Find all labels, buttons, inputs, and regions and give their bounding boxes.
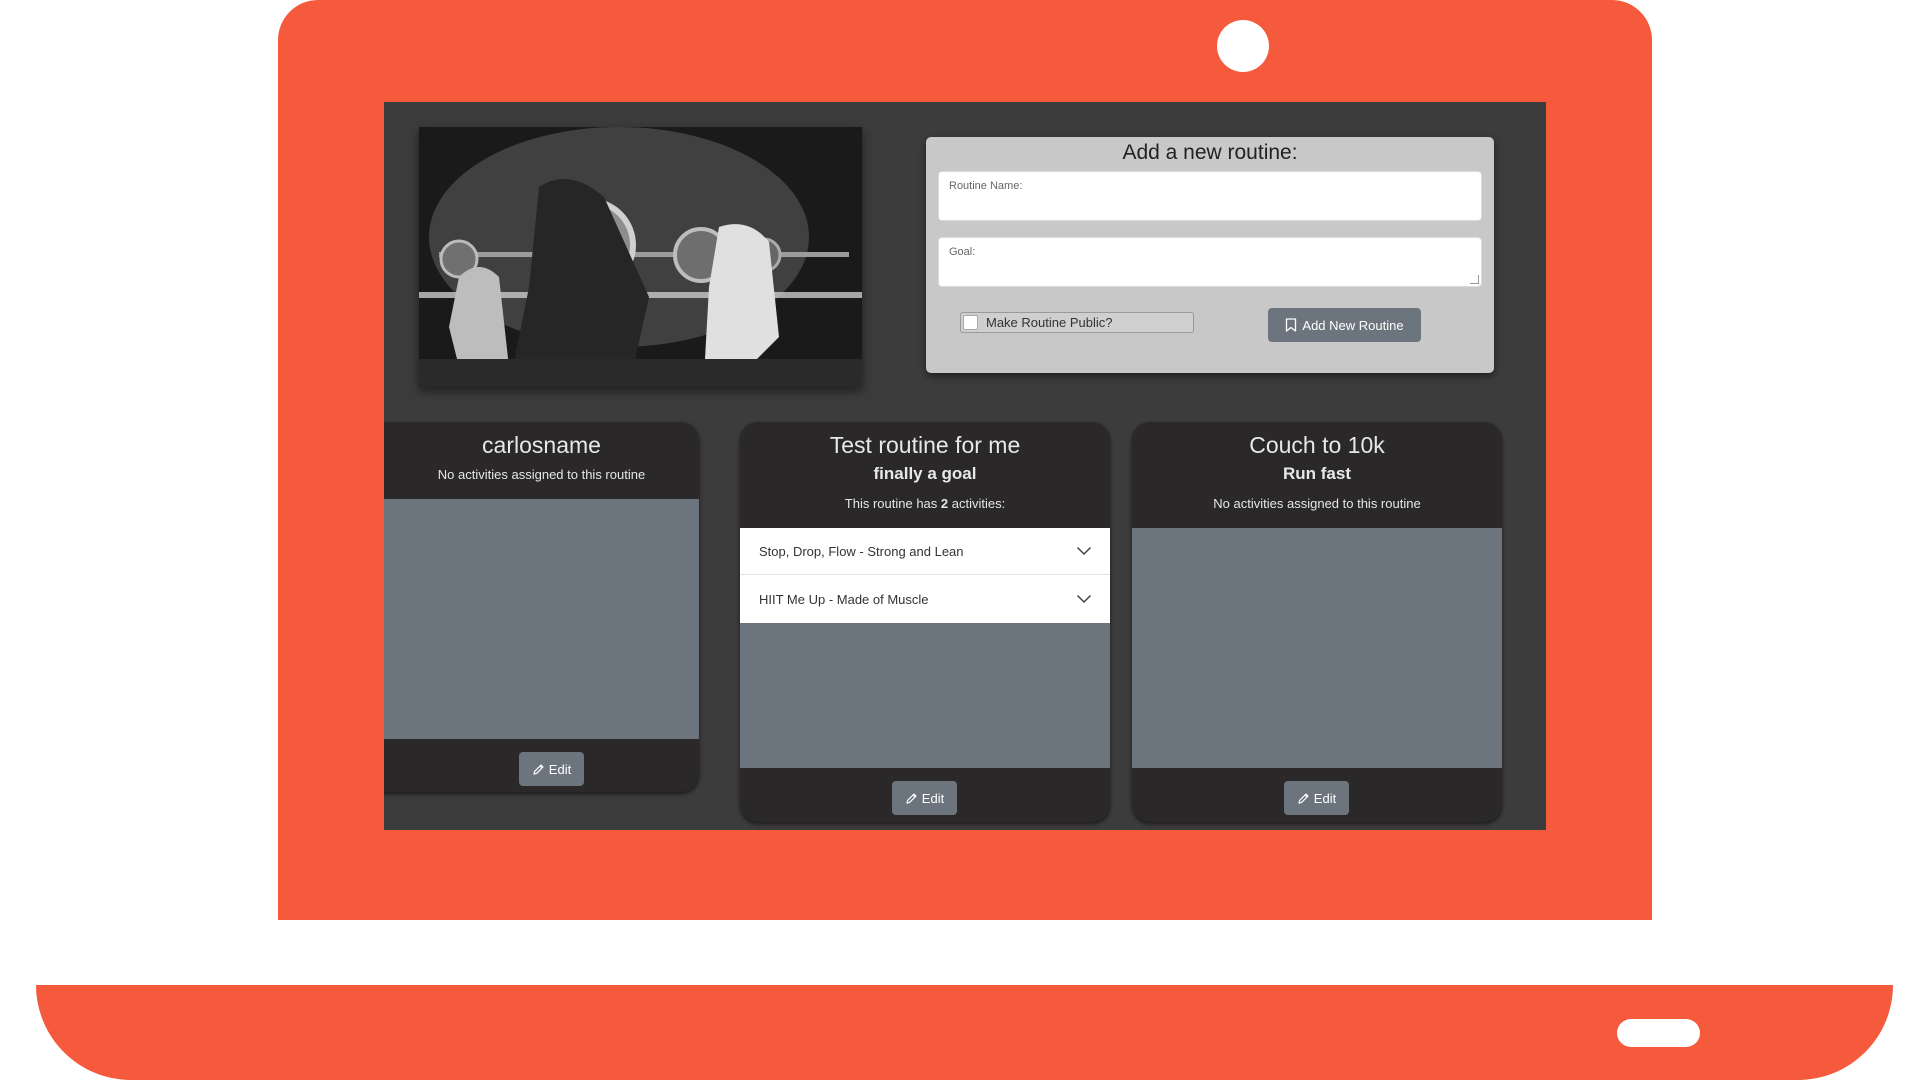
routine-activity-note: No activities assigned to this routine — [1213, 496, 1421, 511]
routine-name: carlosname — [482, 432, 601, 458]
weightlifters-photo-icon — [419, 127, 862, 387]
routine-card: Couch to 10k Run fast No activities assi… — [1132, 422, 1502, 822]
activity-label: HIIT Me Up - Made of Muscle — [759, 591, 929, 607]
make-public-label: Make Routine Public? — [986, 315, 1113, 330]
hero-gym-image — [419, 127, 862, 387]
form-title: Add a new routine: — [1122, 141, 1298, 164]
trackpad-slot — [1617, 1019, 1700, 1047]
routine-activity-note: No activities assigned to this routine — [437, 467, 646, 482]
make-public-toggle[interactable]: Make Routine Public? — [960, 312, 1194, 333]
edit-routine-button[interactable]: Edit — [1284, 781, 1349, 815]
pencil-icon — [533, 763, 544, 775]
routine-name-field[interactable]: Routine Name: — [938, 171, 1482, 221]
activity-item[interactable]: HIIT Me Up - Made of Muscle — [740, 575, 1110, 623]
resize-handle-icon[interactable] — [1470, 275, 1479, 284]
routine-name: Test routine for me — [829, 432, 1021, 458]
edit-label: Edit — [1313, 790, 1337, 806]
routine-activities-area — [1132, 528, 1502, 768]
routine-activity-note: This routine has 2 activities: — [844, 496, 1006, 511]
pencil-icon — [906, 792, 917, 804]
add-new-routine-label: Add New Routine — [1302, 317, 1404, 333]
pencil-icon — [1298, 792, 1309, 804]
edit-routine-button[interactable]: Edit — [892, 781, 957, 815]
laptop-base — [36, 985, 1893, 1080]
routine-goal: Run fast — [1283, 464, 1351, 483]
routine-card: Test routine for me finally a goal This … — [740, 422, 1110, 822]
goal-textarea[interactable] — [948, 262, 1472, 282]
chevron-down-icon[interactable] — [1076, 594, 1092, 604]
routine-goal: finally a goal — [873, 464, 977, 483]
goal-field[interactable]: Goal: — [938, 237, 1482, 287]
add-routine-form: Add a new routine: Routine Name: Goal: M… — [926, 137, 1494, 373]
activity-label: Stop, Drop, Flow - Strong and Lean — [759, 543, 964, 559]
activity-list: Stop, Drop, Flow - Strong and Lean HIIT … — [740, 528, 1110, 623]
edit-label: Edit — [548, 761, 572, 777]
goal-label: Goal: — [949, 246, 976, 258]
make-public-checkbox[interactable] — [963, 315, 978, 330]
routine-name-input[interactable] — [948, 196, 1472, 216]
app-screen: Add a new routine: Routine Name: Goal: M… — [384, 102, 1546, 830]
routine-card: carlosname No activities assigned to thi… — [384, 422, 699, 792]
routine-name: Couch to 10k — [1249, 432, 1385, 458]
chevron-down-icon[interactable] — [1076, 546, 1092, 556]
add-new-routine-button[interactable]: Add New Routine — [1268, 308, 1421, 342]
activity-item[interactable]: Stop, Drop, Flow - Strong and Lean — [740, 528, 1110, 575]
webcam-icon — [1217, 20, 1269, 72]
edit-routine-button[interactable]: Edit — [519, 752, 584, 786]
routine-name-label: Routine Name: — [949, 180, 1023, 192]
edit-label: Edit — [921, 790, 945, 806]
routine-activities-area — [384, 499, 699, 739]
bookmark-icon — [1286, 318, 1297, 332]
routine-activities-area: Stop, Drop, Flow - Strong and Lean HIIT … — [740, 528, 1110, 768]
